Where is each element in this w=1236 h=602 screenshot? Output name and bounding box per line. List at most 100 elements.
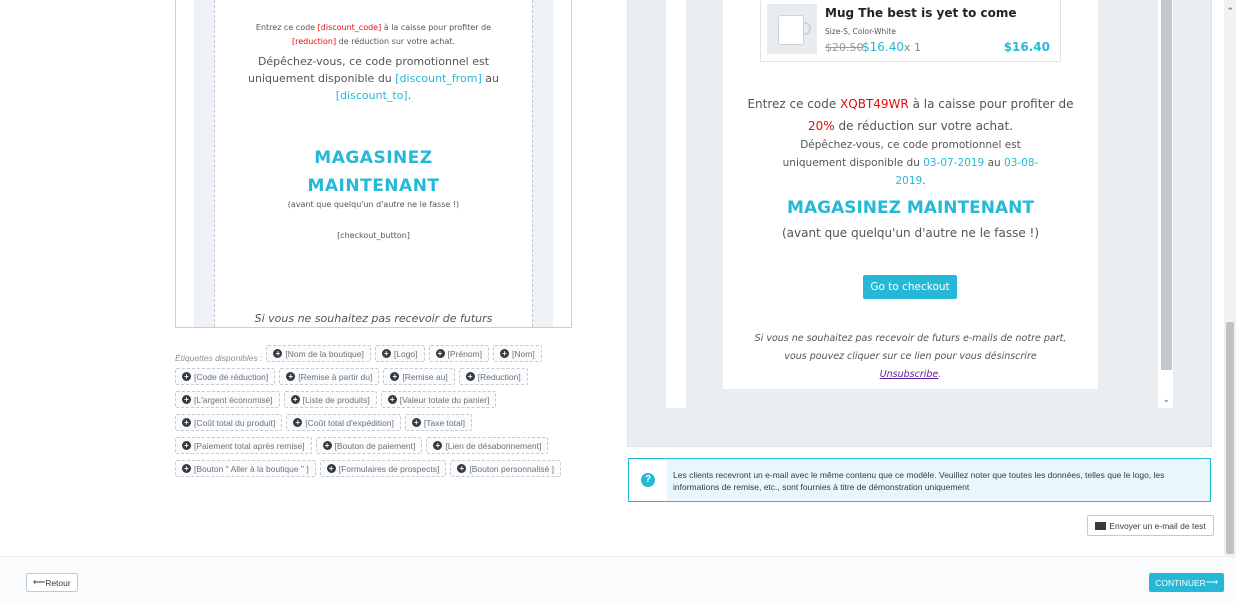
tag-unsubscribe-link[interactable]: + [Lien de désabonnement] (426, 437, 549, 454)
tag-product-list[interactable]: + [Liste de produits] (283, 391, 377, 408)
plus-icon: + (182, 395, 191, 404)
discount-code: XQBT49WR (840, 97, 909, 111)
arrow-right-icon: ⟶ (1205, 577, 1218, 587)
plus-icon: + (182, 464, 191, 473)
available-tags: Étiquettes disponibles : + [Nom de la bout… (175, 345, 605, 483)
product-row: Mug The best is yet to come Size-S, Colo… (760, 0, 1061, 62)
editor-margin-left (194, 0, 214, 327)
tag-label: [Logo] (393, 348, 418, 359)
tag-label: [Remise à partir du] (298, 371, 373, 382)
tag-lead-forms[interactable]: + [Formulaires de prospects] (319, 460, 447, 477)
template-editor-frame[interactable]: Entrez ce code [discount_code] à la cais… (175, 0, 572, 328)
preview-scrollbar-thumb[interactable] (1161, 0, 1172, 370)
discount-from-date: 03-07-2019 (923, 157, 985, 169)
tag-label: [Paiement total après remise] (194, 440, 305, 451)
tag-discount-to[interactable]: + [Remise au] (383, 368, 455, 385)
tag-firstname[interactable]: + [Prénom] (428, 345, 490, 362)
product-image (767, 4, 817, 54)
tag-custom-button[interactable]: + [Bouton personnalisé ] (450, 460, 561, 477)
editor-content[interactable]: Entrez ce code [discount_code] à la cais… (214, 0, 533, 327)
product-old-price: $20.50 (825, 41, 864, 54)
editor-shop-now-heading: MAGASINEZ MAINTENANT (215, 144, 532, 200)
text: . (938, 369, 942, 380)
plus-icon: + (286, 372, 296, 381)
tag-total-after-discount[interactable]: + [Paiement total après remise] (175, 437, 312, 454)
tag-cart-total[interactable]: + [Valeur totale du panier] (380, 391, 497, 408)
send-test-label: Envoyer un e-mail de test (1109, 520, 1206, 531)
tag-tax-total[interactable]: + [Taxe total] (404, 414, 472, 431)
tag-label: [Taxe total] (423, 417, 465, 428)
editor-margin-right (533, 0, 553, 327)
product-total: $16.40 (1003, 40, 1050, 54)
tag-checkout-button[interactable]: + [Bouton de paiement] (315, 437, 423, 454)
mug-icon (778, 15, 804, 45)
tag-reduction[interactable]: + [Reduction] (458, 368, 528, 385)
tag-logo[interactable]: + [Logo] (374, 345, 425, 362)
question-icon: ? (641, 473, 655, 487)
email-card: Mug The best is yet to come Size-S, Colo… (723, 0, 1098, 389)
footer-bar: ⟵ Retour CONTINUER ⟶ (0, 556, 1236, 602)
preview-shop-now-heading: MAGASINEZ MAINTENANT (787, 198, 1034, 218)
tag-shipping-total[interactable]: + [Coût total d'expédition] (286, 414, 401, 431)
preview-discount-line: Entrez ce code XQBT49WR à la caisse pour… (723, 93, 1098, 137)
envelope-icon (1095, 521, 1107, 530)
tag-shop-button[interactable]: + [Bouton " Aller à la boutique " ] (175, 460, 316, 477)
email-preview-window[interactable]: Mug The best is yet to come Size-S, Colo… (666, 0, 1173, 408)
plus-icon: + (381, 349, 391, 358)
plus-icon: + (182, 418, 191, 427)
editor-before-other: (avant que quelqu'un d'autre ne le fasse… (287, 200, 460, 209)
tag-label: [Lien de désabonnement] (445, 440, 542, 451)
tag-label: [Coût total d'expédition] (305, 417, 394, 428)
tag-label: [Prénom] (447, 348, 483, 359)
plus-icon: + (465, 372, 475, 381)
preview-scrollbar[interactable]: ⌄ (1160, 0, 1173, 408)
text: . (922, 175, 926, 187)
page-scrollbar-thumb[interactable] (1226, 322, 1234, 554)
tag-discount-from[interactable]: + [Remise à partir du] (279, 368, 380, 385)
tag-shop-name[interactable]: + [Nom de la boutique] (266, 345, 371, 362)
text: Entrez ce code (747, 97, 841, 111)
continue-label: CONTINUER (1155, 577, 1206, 588)
tags-label: Étiquettes disponibles : (175, 352, 263, 363)
text: Entrez ce code (255, 23, 318, 32)
tag-label: [Remise au] (402, 371, 448, 382)
send-test-email-button[interactable]: Envoyer un e-mail de test (1087, 515, 1214, 536)
plus-icon: + (411, 418, 421, 427)
tag-label: [Coût total du produit] (194, 417, 276, 428)
text: de réduction sur votre achat. (336, 37, 456, 46)
editor-validity-line: Dépêchez-vous, ce code promotionnel est … (215, 53, 532, 104)
tag-label: [Code de réduction] (194, 371, 269, 382)
discount-percent: 20% (807, 119, 835, 133)
tag-lastname[interactable]: + [Nom] (493, 345, 542, 362)
text: de réduction sur votre achat. (834, 119, 1014, 133)
tag-discount-code[interactable]: + [Code de réduction] (175, 368, 276, 385)
plus-icon: + (390, 372, 400, 381)
discount-to-tag: [discount_to] (335, 89, 408, 102)
continue-button[interactable]: CONTINUER ⟶ (1149, 573, 1224, 592)
text: à la caisse pour profiter de (381, 23, 492, 32)
email-preview-panel: Mug The best is yet to come Size-S, Colo… (627, 0, 1212, 447)
reduction-tag: [reduction] (291, 37, 337, 46)
shop-line-2: MAINTENANT (307, 176, 440, 196)
page-scrollbar[interactable]: ⌃ (1224, 0, 1236, 556)
preview-unsubscribe-text: Si vous ne souhaitez pas recevoir de fut… (723, 330, 1098, 384)
plus-icon: + (457, 464, 467, 473)
chevron-up-icon[interactable]: ⌃ (1226, 6, 1234, 17)
tag-label: [Formulaires de prospects] (338, 463, 440, 474)
tag-label: [Nom] (512, 348, 535, 359)
alert-icon-area: ? (629, 459, 667, 501)
discount-code-tag: [discount_code] (317, 23, 382, 32)
tag-label: [Reduction] (477, 371, 521, 382)
tag-product-total[interactable]: + [Coût total du produit] (175, 414, 283, 431)
tag-label: [Valeur totale du panier] (399, 394, 490, 405)
plus-icon: + (182, 372, 191, 381)
preview-before-other: (avant que quelqu'un d'autre ne le fasse… (781, 226, 1040, 240)
mug-handle-icon (803, 22, 811, 35)
go-to-checkout-button[interactable]: Go to checkout (863, 275, 957, 299)
plus-icon: + (273, 349, 283, 358)
chevron-down-icon[interactable]: ⌄ (1162, 394, 1170, 405)
unsubscribe-link[interactable]: Unsubscribe (880, 369, 939, 380)
back-button[interactable]: ⟵ Retour (26, 573, 78, 592)
plus-icon: + (322, 441, 332, 450)
tag-money-saved[interactable]: + [L'argent économisé] (175, 391, 280, 408)
